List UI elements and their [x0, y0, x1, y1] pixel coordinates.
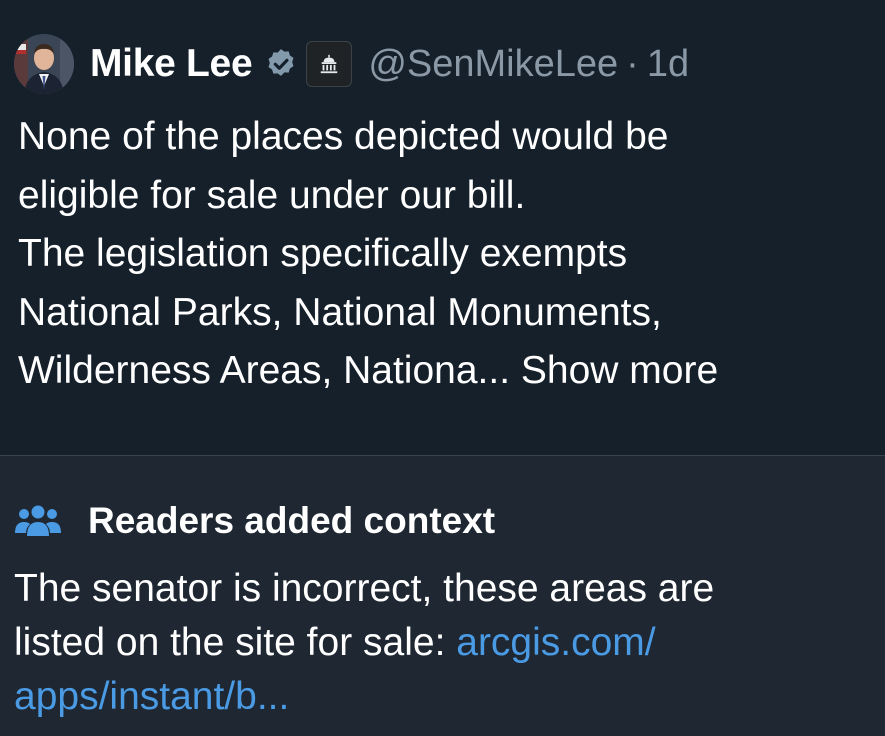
senator-portrait-avatar-icon: [14, 34, 74, 94]
source-link[interactable]: arcgis.com/: [456, 621, 655, 664]
tweet[interactable]: Mike Lee @SenMikeLee · 1d None of the pl…: [0, 0, 885, 455]
community-note-body: The senator is incorrect, these areas ar…: [14, 562, 879, 724]
community-note-header: Readers added context: [14, 496, 495, 546]
show-more-link[interactable]: Show more: [521, 349, 718, 392]
note-text-line: apps/instant/b...: [14, 670, 879, 724]
note-text-line: listed on the site for sale: arcgis.com/: [14, 616, 879, 670]
tweet-text-line: None of the places depicted would be: [18, 115, 669, 158]
post-timestamp[interactable]: 1d: [647, 43, 689, 86]
government-building-icon: [306, 41, 353, 87]
tweet-text-truncated: Wilderness Areas, Nationa...: [18, 349, 511, 392]
source-link-continued[interactable]: apps/instant/b...: [14, 675, 289, 718]
avatar[interactable]: [14, 34, 74, 94]
display-name[interactable]: Mike Lee: [90, 42, 253, 86]
community-note-title: Readers added context: [88, 500, 496, 541]
tweet-text-line-last: Wilderness Areas, Nationa... Show more: [18, 342, 878, 401]
tweet-text-line: eligible for sale under our bill.: [18, 173, 526, 217]
tweet-header: Mike Lee @SenMikeLee · 1d: [14, 34, 689, 94]
tweet-body: None of the places depicted would be eli…: [18, 108, 878, 401]
user-handle[interactable]: @SenMikeLee: [368, 43, 618, 86]
separator-dot: ·: [626, 42, 639, 85]
note-text-line: The senator is incorrect, these areas ar…: [14, 567, 715, 610]
people-icon: [14, 503, 62, 539]
tweet-text-line: National Parks, National Monuments,: [18, 290, 662, 334]
community-note: Readers added context The senator is inc…: [0, 456, 885, 736]
tweet-text-line: The legislation specifically exempts: [18, 232, 628, 275]
note-text-prefix: listed on the site for sale:: [14, 621, 457, 664]
verified-badge-icon: [264, 47, 298, 81]
